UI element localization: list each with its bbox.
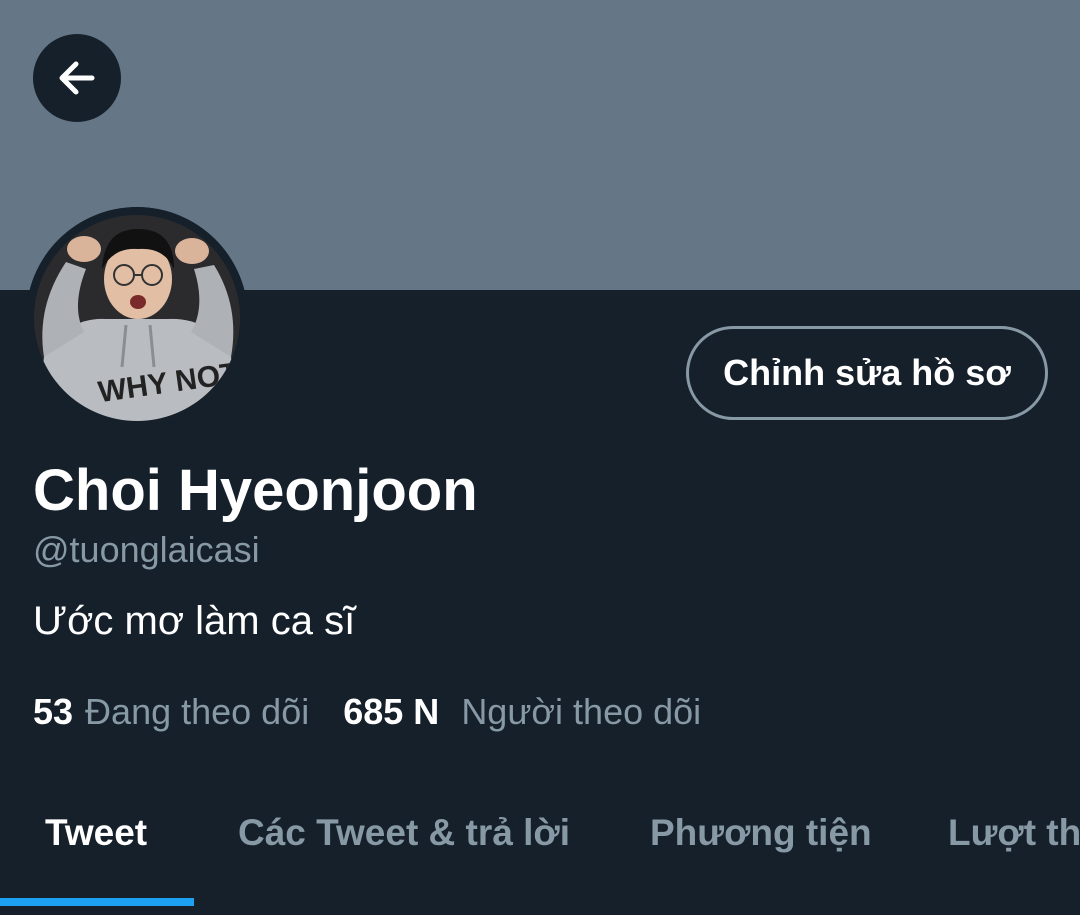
profile-bio: Ước mơ làm ca sĩ — [33, 599, 356, 643]
following-label: Đang theo dõi — [85, 691, 310, 732]
tab-tweets-and-replies[interactable]: Các Tweet & trả lời — [238, 812, 570, 854]
profile-stats: 53 Đang theo dõi 685 N Người theo dõi — [33, 688, 701, 736]
followers-label: Người theo dõi — [461, 691, 702, 732]
arrow-left-icon — [59, 61, 95, 95]
profile-page: WHY NOT?! Chỉnh sửa hồ sơ Choi Hyeonjoon… — [0, 0, 1080, 915]
tab-media[interactable]: Phương tiện — [650, 812, 872, 854]
profile-tabs: Tweet Các Tweet & trả lời Phương tiện Lư… — [0, 790, 1080, 915]
back-button[interactable] — [33, 34, 121, 122]
avatar[interactable]: WHY NOT?! — [26, 207, 248, 429]
profile-handle: @tuonglaicasi — [33, 529, 260, 570]
followers-stat[interactable]: 685 N Người theo dõi — [343, 688, 701, 736]
tab-likes[interactable]: Lượt thích — [948, 812, 1080, 854]
following-stat[interactable]: 53 Đang theo dõi — [33, 688, 309, 736]
profile-name: Choi Hyeonjoon — [33, 458, 478, 523]
edit-profile-button[interactable]: Chỉnh sửa hồ sơ — [686, 326, 1048, 420]
following-count: 53 — [33, 691, 74, 732]
followers-count: 685 N — [343, 691, 440, 732]
active-tab-indicator — [0, 898, 194, 906]
profile-photo: WHY NOT?! — [26, 207, 248, 429]
tab-tweets[interactable]: Tweet — [45, 812, 147, 854]
